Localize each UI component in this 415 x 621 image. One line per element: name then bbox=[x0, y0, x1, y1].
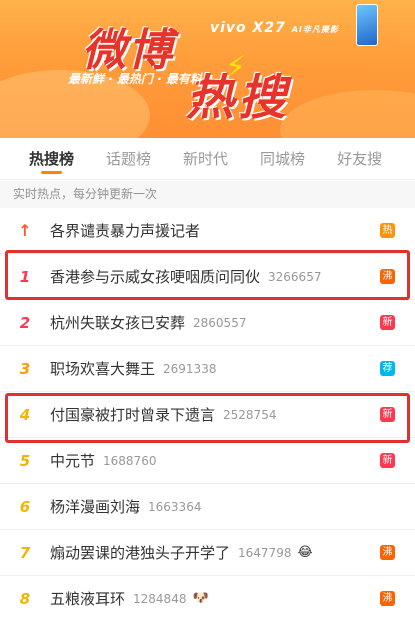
list-item[interactable]: 7 煽动罢课的港独头子开学了 1647798 😂 沸 bbox=[0, 530, 415, 576]
hot-search-title[interactable]: 各界谴责暴力声援记者 bbox=[50, 220, 200, 241]
status-badge: 沸 bbox=[380, 545, 395, 560]
status-badge: 沸 bbox=[380, 591, 395, 606]
search-count: 1663364 bbox=[148, 499, 202, 514]
rank-number: 8 bbox=[19, 589, 31, 608]
ad-subtext: AI非凡摄影 bbox=[291, 25, 339, 34]
status-badge: 新 bbox=[380, 453, 395, 468]
rank-number: 1 bbox=[19, 267, 31, 286]
update-notice: 实时热点，每分钟更新一次 bbox=[0, 181, 415, 208]
emoji-icon: 😂 bbox=[297, 545, 313, 560]
emoji-icon: 🐶 bbox=[192, 591, 209, 606]
hot-search-title[interactable]: 职场欢喜大舞王 bbox=[50, 358, 155, 379]
rank-number: 7 bbox=[19, 543, 31, 562]
status-badge: 新 bbox=[380, 315, 395, 330]
list-item[interactable]: 6 杨洋漫画刘海 1663364 bbox=[0, 484, 415, 530]
search-count: 1647798 bbox=[238, 545, 292, 560]
list-item[interactable]: 2 杭州失联女孩已安葬 2860557 新 bbox=[0, 300, 415, 346]
list-item[interactable]: 3 职场欢喜大舞王 2691338 荐 bbox=[0, 346, 415, 392]
search-count: 1284848 bbox=[133, 591, 187, 606]
search-count: 1688760 bbox=[103, 453, 157, 468]
tab-new-era[interactable]: 新时代 bbox=[183, 138, 228, 180]
status-badge: 荐 bbox=[380, 361, 395, 376]
tab-friends[interactable]: 好友搜 bbox=[337, 138, 382, 180]
hot-search-title[interactable]: 杭州失联女孩已安葬 bbox=[50, 312, 185, 333]
list-item[interactable]: 1 香港参与示威女孩哽咽质问同伙 3266657 沸 bbox=[0, 254, 415, 300]
hot-search-title[interactable]: 杨洋漫画刘海 bbox=[50, 496, 140, 517]
tab-hot-search[interactable]: 热搜榜 bbox=[29, 138, 74, 180]
hot-search-title[interactable]: 付国豪被打时曾录下遗言 bbox=[50, 404, 215, 425]
list-item[interactable]: 4 付国豪被打时曾录下遗言 2528754 新 bbox=[0, 392, 415, 438]
rank-number: 4 bbox=[19, 405, 31, 424]
list-item[interactable]: ↑ 各界谴责暴力声援记者 热 bbox=[0, 208, 415, 254]
ranking-tabs: 热搜榜 话题榜 新时代 同城榜 好友搜 bbox=[0, 138, 415, 180]
tab-topics[interactable]: 话题榜 bbox=[106, 138, 151, 180]
list-item[interactable]: 5 中元节 1688760 新 bbox=[0, 438, 415, 484]
search-count: 2691338 bbox=[163, 361, 217, 376]
hot-search-title[interactable]: 香港参与示威女孩哽咽质问同伙 bbox=[50, 266, 260, 287]
banner-title-weibo: 微博 bbox=[82, 25, 174, 76]
list-item[interactable]: 8 五粮液耳环 1284848 🐶 沸 bbox=[0, 576, 415, 621]
rank-number: 5 bbox=[19, 451, 31, 470]
hot-search-banner: 微博 热搜 ⚡ 最新鲜 · 最热门 · 最有料 vivo X27 AI非凡摄影 bbox=[0, 0, 415, 138]
rank-number: 6 bbox=[19, 497, 31, 516]
phone-ad-image bbox=[356, 4, 378, 46]
hot-search-title[interactable]: 中元节 bbox=[50, 450, 95, 471]
status-badge: 热 bbox=[380, 223, 395, 238]
rank-number: 3 bbox=[19, 359, 31, 378]
pinned-top-icon: ↑ bbox=[18, 221, 32, 240]
search-count: 3266657 bbox=[268, 269, 322, 284]
banner-ad[interactable]: vivo X27 AI非凡摄影 bbox=[210, 20, 339, 36]
tab-local[interactable]: 同城榜 bbox=[260, 138, 305, 180]
status-badge: 新 bbox=[380, 407, 395, 422]
banner-slogan: 最新鲜 · 最热门 · 最有料 bbox=[68, 72, 202, 86]
search-count: 2528754 bbox=[223, 407, 277, 422]
banner-decoration bbox=[280, 90, 415, 138]
rank-number: 2 bbox=[19, 313, 31, 332]
hot-search-title[interactable]: 五粮液耳环 bbox=[50, 588, 125, 609]
ad-brand: vivo X27 bbox=[210, 20, 286, 36]
lightning-icon: ⚡ bbox=[225, 50, 247, 85]
hot-search-title[interactable]: 煽动罢课的港独头子开学了 bbox=[50, 542, 230, 563]
search-count: 2860557 bbox=[193, 315, 247, 330]
status-badge: 沸 bbox=[380, 269, 395, 284]
hot-search-list: ↑ 各界谴责暴力声援记者 热 1 香港参与示威女孩哽咽质问同伙 3266657 沸 2 杭州失联… bbox=[0, 208, 415, 621]
